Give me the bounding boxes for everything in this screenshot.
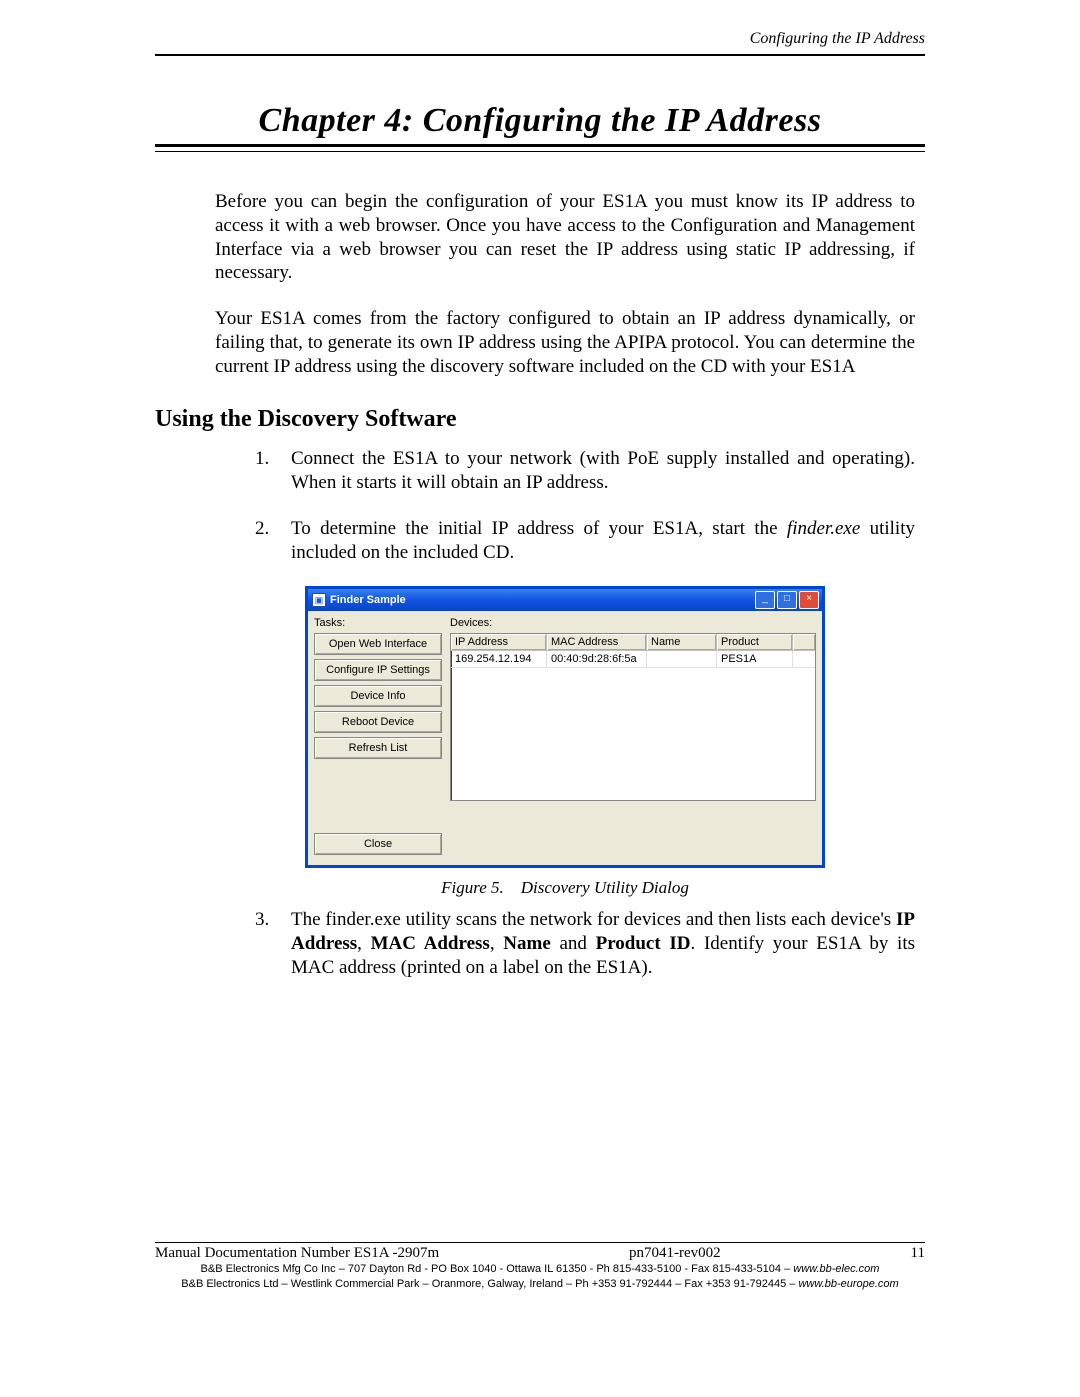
devices-column: Devices: IP Address MAC Address Name Pro…: [450, 617, 816, 859]
col-header-ip[interactable]: IP Address: [451, 634, 547, 650]
cell-ip: 169.254.12.194: [451, 651, 547, 667]
footer-doc-number: Manual Documentation Number ES1A -2907m: [155, 1245, 439, 1262]
figure-5: ▣ Finder Sample _ □ × Tasks: Open Web In…: [305, 586, 825, 898]
footer-site-1: www.bb-elec.com: [793, 1263, 879, 1275]
maximize-button[interactable]: □: [777, 591, 797, 609]
tasks-column: Tasks: Open Web Interface Configure IP S…: [314, 617, 442, 859]
cell-product: PES1A: [717, 651, 793, 667]
page-footer: Manual Documentation Number ES1A -2907m …: [155, 1242, 925, 1292]
step-3-mac: MAC Address: [371, 933, 490, 954]
col-header-product[interactable]: Product: [717, 634, 793, 650]
figure-label: Figure 5.: [441, 878, 504, 897]
chapter-title: Chapter 4: Configuring the IP Address: [155, 102, 925, 140]
step-3-c: ,: [357, 933, 370, 954]
step-3-name: Name: [503, 933, 550, 954]
step-3-a: The finder.exe utility scans the network…: [291, 909, 896, 930]
col-header-spacer: [793, 634, 815, 650]
figure-caption-text: Discovery Utility Dialog: [521, 878, 689, 897]
devices-label: Devices:: [450, 617, 816, 629]
step-3-e: ,: [490, 933, 503, 954]
close-button[interactable]: Close: [314, 833, 442, 855]
page: Configuring the IP Address Chapter 4: Co…: [155, 0, 925, 1320]
window-titlebar: ▣ Finder Sample _ □ ×: [308, 589, 822, 611]
cell-name: [647, 651, 717, 667]
paragraph-1: Before you can begin the configuration o…: [215, 190, 915, 285]
section-heading: Using the Discovery Software: [155, 406, 925, 433]
table-row[interactable]: 169.254.12.194 00:40:9d:28:6f:5a PES1A: [451, 651, 815, 668]
cell-mac: 00:40:9d:28:6f:5a: [547, 651, 647, 667]
cell-spacer: [793, 651, 815, 667]
step-3-product: Product ID: [596, 933, 691, 954]
devices-grid[interactable]: IP Address MAC Address Name Product 169.…: [450, 633, 816, 801]
steps-block: Connect the ES1A to your network (with P…: [215, 447, 915, 979]
chapter-rule: [155, 144, 925, 152]
ordered-steps-cont: The finder.exe utility scans the network…: [215, 908, 915, 979]
col-header-mac[interactable]: MAC Address: [547, 634, 647, 650]
footer-row-1: Manual Documentation Number ES1A -2907m …: [155, 1245, 925, 1262]
reboot-device-button[interactable]: Reboot Device: [314, 711, 442, 733]
finder-window: ▣ Finder Sample _ □ × Tasks: Open Web In…: [305, 586, 825, 868]
step-2-text-a: To determine the initial IP address of y…: [291, 518, 787, 539]
footer-line3a: B&B Electronics Ltd – Westlink Commercia…: [181, 1278, 798, 1290]
device-info-button[interactable]: Device Info: [314, 685, 442, 707]
figure-caption: Figure 5. Discovery Utility Dialog: [305, 878, 825, 898]
page-number: 11: [911, 1245, 925, 1262]
open-web-interface-button[interactable]: Open Web Interface: [314, 633, 442, 655]
step-2: To determine the initial IP address of y…: [255, 517, 915, 565]
paragraph-2: Your ES1A comes from the factory configu…: [215, 307, 915, 378]
grid-header-row: IP Address MAC Address Name Product: [451, 634, 815, 651]
app-icon: ▣: [312, 593, 326, 607]
col-header-name[interactable]: Name: [647, 634, 717, 650]
footer-address-1: B&B Electronics Mfg Co Inc – 707 Dayton …: [155, 1262, 925, 1277]
body-block: Before you can begin the configuration o…: [215, 190, 915, 378]
step-3-g: and: [551, 933, 596, 954]
footer-address-2: B&B Electronics Ltd – Westlink Commercia…: [155, 1277, 925, 1292]
task-spacer: [314, 763, 442, 833]
step-1: Connect the ES1A to your network (with P…: [255, 447, 915, 495]
configure-ip-settings-button[interactable]: Configure IP Settings: [314, 659, 442, 681]
running-header: Configuring the IP Address: [155, 30, 925, 56]
footer-part-number: pn7041-rev002: [629, 1245, 721, 1262]
window-title: Finder Sample: [330, 594, 753, 606]
close-window-button[interactable]: ×: [799, 591, 819, 609]
window-body: Tasks: Open Web Interface Configure IP S…: [308, 611, 822, 865]
refresh-list-button[interactable]: Refresh List: [314, 737, 442, 759]
footer-line2a: B&B Electronics Mfg Co Inc – 707 Dayton …: [201, 1263, 794, 1275]
minimize-button[interactable]: _: [755, 591, 775, 609]
ordered-steps: Connect the ES1A to your network (with P…: [215, 447, 915, 564]
step-2-finder-exe: finder.exe: [787, 518, 860, 539]
tasks-label: Tasks:: [314, 617, 442, 629]
footer-site-2: www.bb-europe.com: [798, 1278, 898, 1290]
step-3: The finder.exe utility scans the network…: [255, 908, 915, 979]
